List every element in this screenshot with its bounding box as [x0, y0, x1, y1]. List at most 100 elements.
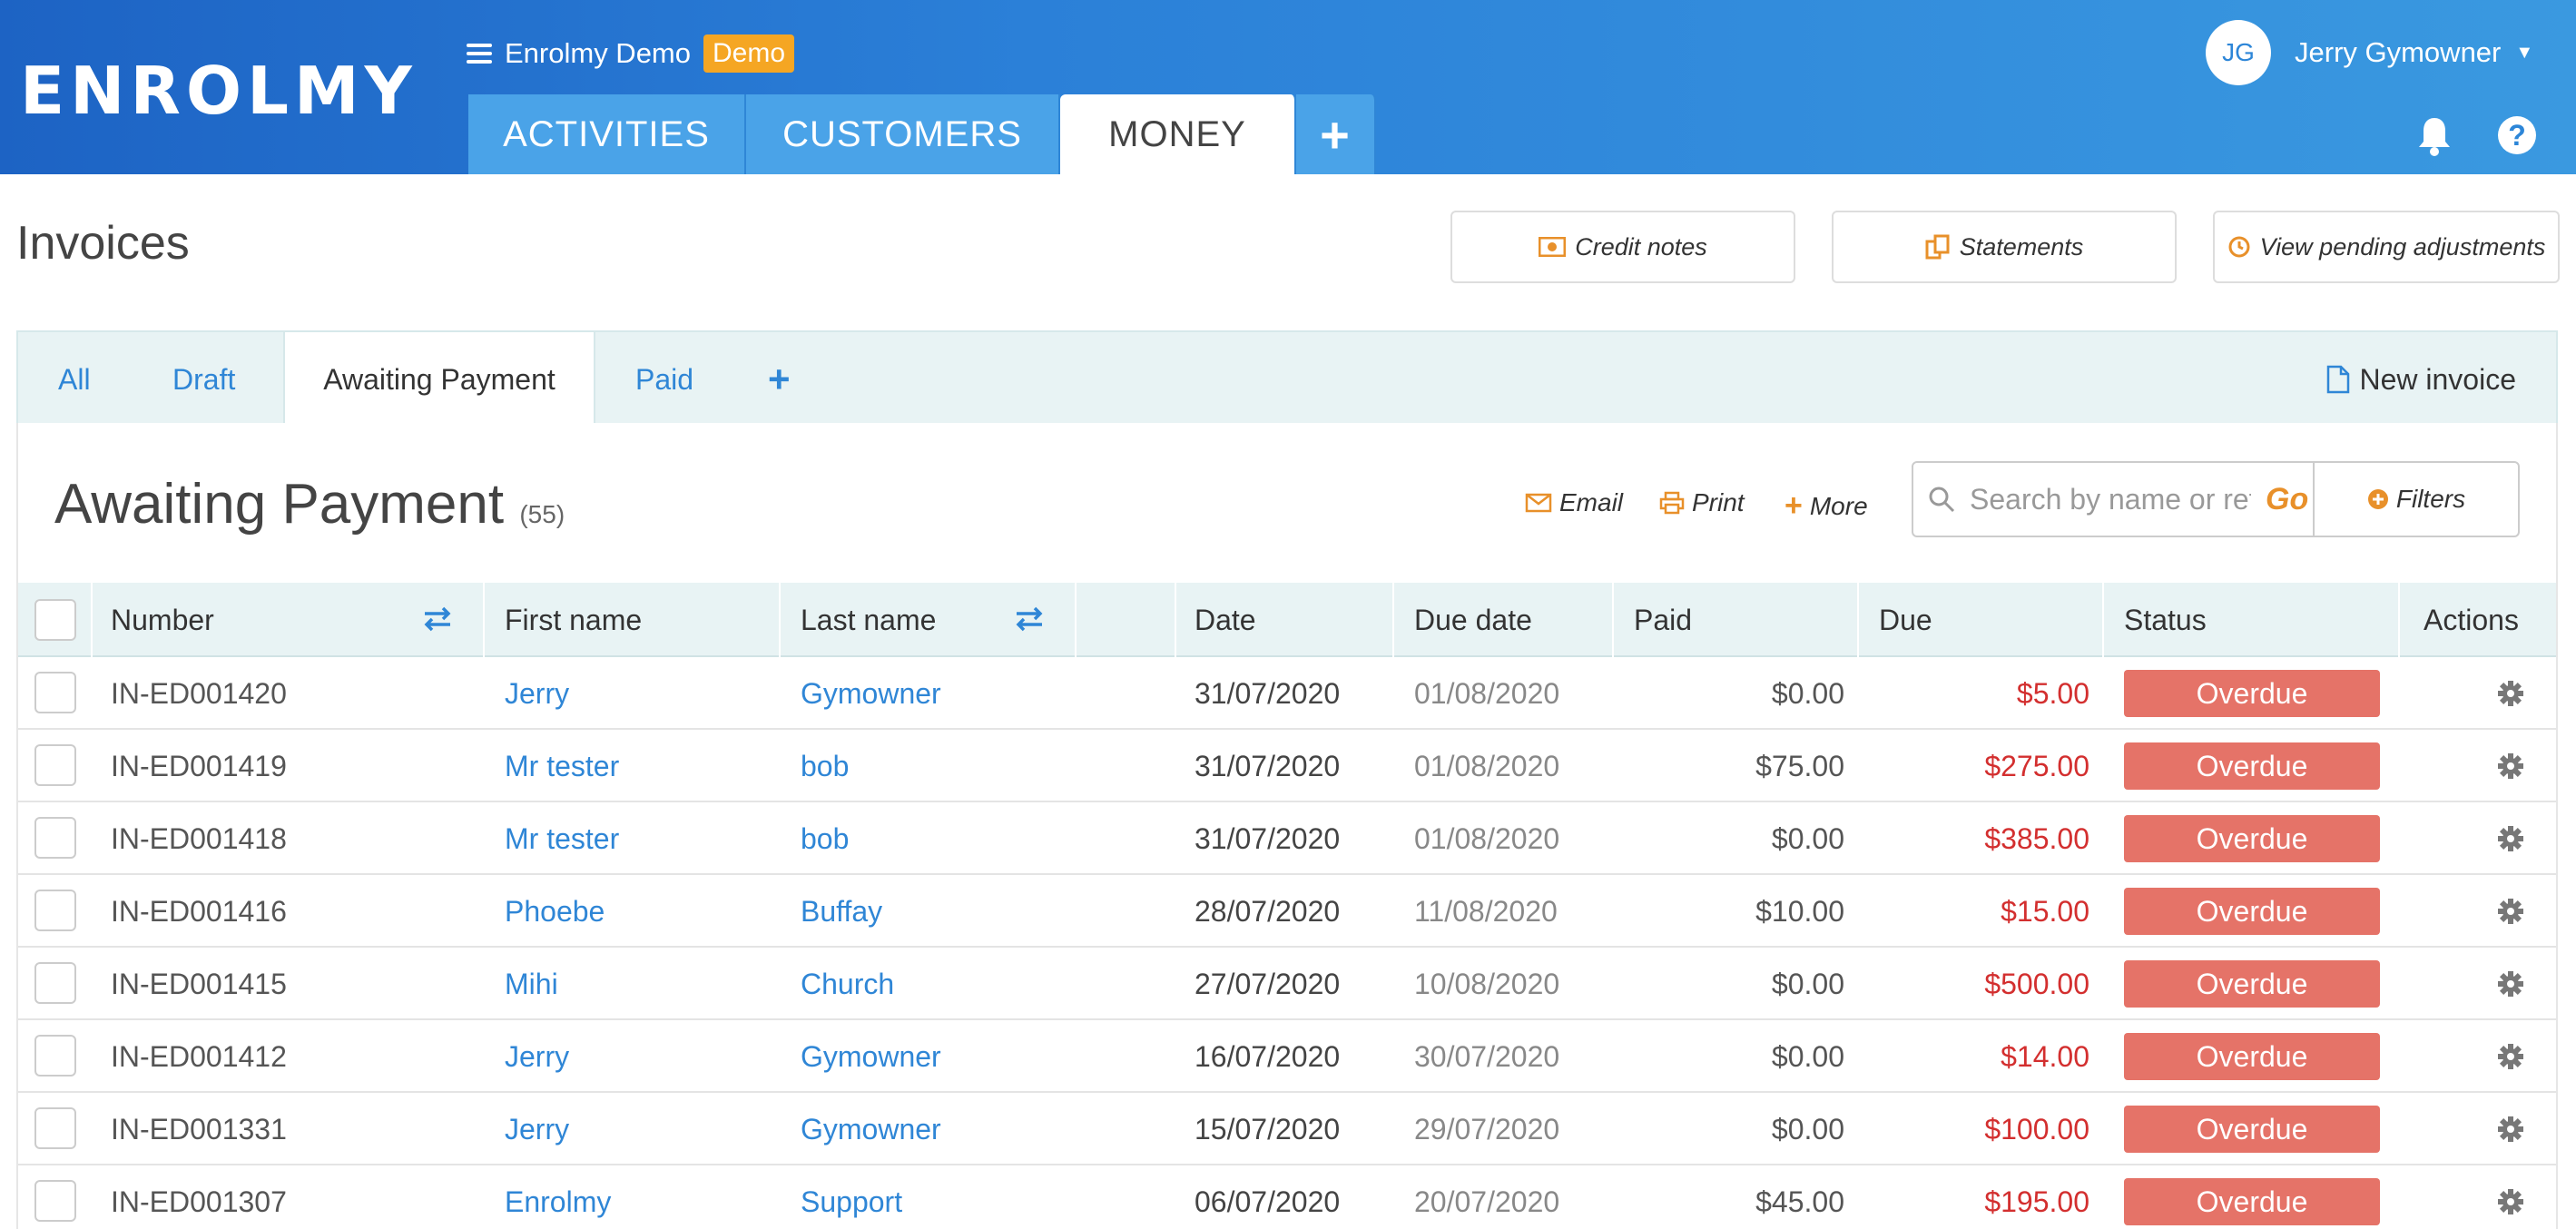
help-icon[interactable]: ? [2498, 116, 2536, 154]
first-name-link[interactable]: Enrolmy [505, 1165, 611, 1229]
col-first-name[interactable]: First name [505, 583, 642, 657]
row-checkbox[interactable] [34, 1107, 76, 1149]
first-name-link[interactable]: Mihi [505, 948, 558, 1020]
invoice-number[interactable]: IN-ED001307 [111, 1165, 287, 1229]
user-name[interactable]: Jerry Gymowner [2295, 36, 2501, 69]
table-row[interactable]: IN-ED001420 Jerry Gymowner 31/07/2020 01/08/… [18, 657, 2556, 730]
invoice-count: (55) [519, 500, 565, 528]
row-checkbox[interactable] [34, 962, 76, 1004]
first-name-link[interactable]: Jerry [505, 657, 569, 730]
new-invoice-label: New invoice [2359, 362, 2516, 396]
col-paid[interactable]: Paid [1634, 583, 1692, 657]
row-checkbox[interactable] [34, 817, 76, 859]
gear-icon[interactable] [2496, 969, 2525, 998]
last-name-link[interactable]: Buffay [801, 875, 882, 948]
invoice-due-date: 30/07/2020 [1414, 1039, 1560, 1073]
tab-activities[interactable]: ACTIVITIES [468, 94, 746, 174]
tab-money[interactable]: MONEY [1060, 94, 1296, 174]
col-date[interactable]: Date [1195, 583, 1256, 657]
invoice-number[interactable]: IN-ED001418 [111, 802, 287, 875]
tab-customers[interactable]: CUSTOMERS [746, 94, 1060, 174]
sort-icon[interactable] [421, 603, 454, 635]
subtab-draft[interactable]: Draft [172, 332, 235, 427]
user-menu[interactable]: JG Jerry Gymowner ▼ [2206, 20, 2533, 85]
statements-button[interactable]: Statements [1832, 211, 2177, 283]
first-name-link[interactable]: Jerry [505, 1020, 569, 1093]
avatar[interactable]: JG [2206, 20, 2271, 85]
add-tab-button[interactable]: + [1296, 94, 1376, 174]
subtab-all[interactable]: All [58, 332, 91, 427]
print-button[interactable]: Print [1659, 488, 1745, 517]
invoice-number[interactable]: IN-ED001412 [111, 1020, 287, 1093]
last-name-link[interactable]: bob [801, 802, 849, 875]
go-button[interactable]: Go [2266, 482, 2308, 517]
table-row[interactable]: IN-ED001331 Jerry Gymowner 15/07/2020 29/07/… [18, 1093, 2556, 1165]
col-status[interactable]: Status [2124, 583, 2207, 657]
last-name-link[interactable]: bob [801, 730, 849, 802]
gear-icon[interactable] [2496, 1187, 2525, 1216]
gear-icon[interactable] [2496, 679, 2525, 708]
last-name-link[interactable]: Church [801, 948, 894, 1020]
view-pending-adjustments-button[interactable]: View pending adjustments [2213, 211, 2560, 283]
row-checkbox[interactable] [34, 1180, 76, 1222]
table-header: Number First name Last name Date Due dat… [18, 583, 2556, 657]
section-title-text: Awaiting Payment [54, 473, 505, 536]
gear-icon[interactable] [2496, 752, 2525, 781]
bell-icon[interactable] [2416, 116, 2453, 156]
hamburger-menu-icon[interactable] [467, 44, 492, 64]
invoice-status-tabs: All Draft Awaiting Payment Paid + New in… [16, 330, 2558, 427]
row-checkbox[interactable] [34, 744, 76, 786]
invoice-date: 16/07/2020 [1195, 1039, 1341, 1073]
table-row[interactable]: IN-ED001412 Jerry Gymowner 16/07/2020 30/07/… [18, 1020, 2556, 1093]
last-name-link[interactable]: Gymowner [801, 657, 941, 730]
col-due[interactable]: Due [1879, 583, 1932, 657]
first-name-link[interactable]: Phoebe [505, 875, 605, 948]
row-checkbox[interactable] [34, 1035, 76, 1077]
gear-icon[interactable] [2496, 824, 2525, 853]
sort-icon[interactable] [1013, 603, 1046, 635]
credit-notes-button[interactable]: Credit notes [1450, 211, 1795, 283]
col-due-date[interactable]: Due date [1414, 583, 1532, 657]
org-name[interactable]: Enrolmy Demo [505, 37, 691, 70]
first-name-link[interactable]: Mr tester [505, 730, 619, 802]
col-number[interactable]: Number [111, 583, 214, 657]
col-actions: Actions [2424, 603, 2519, 636]
table-row[interactable]: IN-ED001307 Enrolmy Support 06/07/2020 20/07… [18, 1165, 2556, 1229]
subtab-paid[interactable]: Paid [635, 332, 693, 427]
invoice-number[interactable]: IN-ED001415 [111, 948, 287, 1020]
subtab-awaiting-payment[interactable]: Awaiting Payment [283, 330, 595, 427]
table-row[interactable]: IN-ED001415 Mihi Church 27/07/2020 10/08/202… [18, 948, 2556, 1020]
first-name-link[interactable]: Jerry [505, 1093, 569, 1165]
first-name-link[interactable]: Mr tester [505, 802, 619, 875]
last-name-link[interactable]: Gymowner [801, 1093, 941, 1165]
row-checkbox[interactable] [34, 672, 76, 713]
search-input[interactable] [1970, 482, 2251, 516]
select-all-checkbox[interactable] [34, 599, 76, 641]
invoice-number[interactable]: IN-ED001416 [111, 875, 287, 948]
gear-icon[interactable] [2496, 1115, 2525, 1144]
invoice-number[interactable]: IN-ED001420 [111, 657, 287, 730]
chevron-down-icon[interactable]: ▼ [2515, 43, 2533, 64]
invoice-number[interactable]: IN-ED001419 [111, 730, 287, 802]
email-button[interactable]: Email [1525, 488, 1623, 517]
row-checkbox[interactable] [34, 890, 76, 931]
gear-icon[interactable] [2496, 1042, 2525, 1071]
enrolmy-logo[interactable]: ENROLMY [20, 53, 418, 129]
table-row[interactable]: IN-ED001416 Phoebe Buffay 28/07/2020 11/08/2… [18, 875, 2556, 948]
col-last-name[interactable]: Last name [801, 583, 936, 657]
table-row[interactable]: IN-ED001419 Mr tester bob 31/07/2020 01/08/2… [18, 730, 2556, 802]
last-name-link[interactable]: Gymowner [801, 1020, 941, 1093]
invoice-date: 31/07/2020 [1195, 821, 1341, 855]
filters-button[interactable]: Filters [2313, 461, 2520, 537]
table-row[interactable]: IN-ED001418 Mr tester bob 31/07/2020 01/08/2… [18, 802, 2556, 875]
invoice-date: 15/07/2020 [1195, 1112, 1341, 1145]
invoice-due-date: 29/07/2020 [1414, 1112, 1560, 1145]
due-amount: $5.00 [2016, 676, 2089, 710]
add-subtab-button[interactable]: + [768, 332, 791, 427]
gear-icon[interactable] [2496, 897, 2525, 926]
new-invoice-button[interactable]: New invoice [2326, 332, 2516, 427]
invoice-number[interactable]: IN-ED001331 [111, 1093, 287, 1165]
last-name-link[interactable]: Support [801, 1165, 902, 1229]
more-button[interactable]: + More [1785, 488, 1868, 524]
org-switcher[interactable]: Enrolmy Demo Demo [467, 34, 795, 73]
